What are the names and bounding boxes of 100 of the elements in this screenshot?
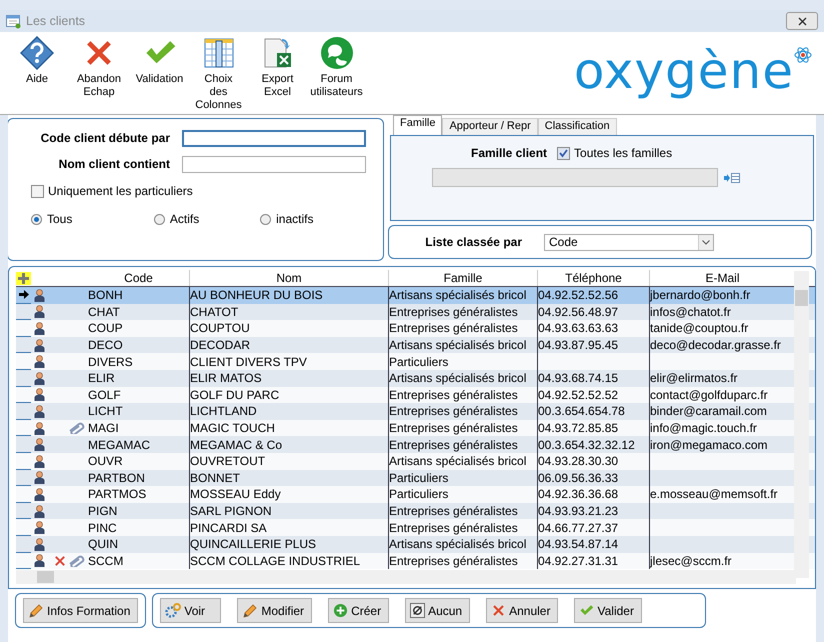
table-row[interactable]: PINC PINCARDI SA Entreprises généralistes 04.66.77.27.37 (16, 519, 815, 536)
close-icon (798, 16, 806, 26)
toolbar-button[interactable]: Aide (6, 32, 68, 86)
person-icon (34, 288, 45, 302)
table-cell-text: info@magic.touch.fr (650, 420, 758, 436)
table-cell-text: elir@elirmatos.fr (650, 370, 739, 387)
table-cell-text: BONH (87, 287, 124, 304)
person-icon (34, 404, 45, 418)
toolbar-button[interactable]: Abandon Echap (68, 32, 130, 99)
sort-dropdown[interactable]: Code (544, 234, 714, 250)
person-icon (34, 521, 45, 534)
add-column-button[interactable] (16, 272, 31, 284)
action-button[interactable]: Infos Formation (23, 598, 138, 623)
toolbar-button[interactable]: Export Excel (248, 32, 307, 99)
list-picker-icon[interactable] (724, 172, 740, 184)
action-button[interactable]: Voir (160, 598, 222, 623)
check-icon (579, 603, 594, 618)
action-button[interactable]: Valider (574, 598, 642, 623)
table-row[interactable]: LICHT LICHTLAND Entreprises généralistes 00.3.654.654.78 binder@caramail.com (16, 403, 815, 420)
table-row[interactable]: DIVERS CLIENT DIVERS TPV Particuliers (16, 353, 815, 370)
table-row[interactable]: QUIN QUINCAILLERIE PLUS Artisans spécialisés bricol 04.93.54.87.14 (16, 536, 815, 552)
radio-label: Actifs (170, 212, 200, 226)
table-cell-text: jlesec@sccm.fr (650, 552, 733, 570)
table-row[interactable]: PIGN SARL PIGNON Entreprises généralistes 04.93.93.21.23 (16, 502, 815, 520)
action-button[interactable]: Annuler (486, 598, 558, 623)
tab[interactable]: Apporteur / Repr (442, 118, 538, 135)
table-row[interactable]: PARTBON BONNET Particuliers 06.09.56.36.33 (16, 470, 815, 486)
checkbox[interactable] (557, 146, 570, 160)
field-label: Code client débute par (40, 131, 171, 145)
table-cell-text: Particuliers (389, 354, 450, 370)
column-header[interactable]: Famille (389, 270, 537, 286)
column-header[interactable]: Code (87, 270, 189, 286)
table-cell-text: Particuliers (389, 470, 450, 486)
field-label: Famille client (471, 146, 548, 160)
input-field[interactable] (182, 130, 366, 146)
field-label: Liste classée par (424, 235, 523, 249)
table-cell-text: tanide@couptou.fr (650, 320, 750, 337)
logo: oxygène (574, 46, 794, 96)
person-icon (34, 454, 45, 468)
tab[interactable]: Famille (393, 115, 442, 135)
person-icon (34, 388, 45, 402)
cancel-icon (491, 603, 506, 618)
toolbar-button[interactable]: Forum utilisateurs (307, 32, 366, 99)
action-button[interactable]: Aucun (405, 598, 470, 623)
table-cell-text: Entreprises généralistes (389, 552, 519, 570)
table-row[interactable]: COUP COUPTOU Entreprises généralistes 04.93.63.63.63 tanide@couptou.fr (16, 320, 815, 337)
table-row[interactable]: GOLF GOLF DU PARC Entreprises généralistes 04.92.52.52.52 contact@golfduparc.fr (16, 386, 815, 404)
vertical-scrollbar[interactable] (794, 271, 809, 578)
table-row[interactable]: BONH AU BONHEUR DU BOIS Artisans spécialisés bricol 04.92.52.52.56 jbernardo@bonh.fr (16, 287, 815, 304)
table-cell-text: MEGAMAC (87, 436, 152, 453)
table-cell-text: PARTMOS (87, 486, 148, 503)
tab[interactable]: Classification (538, 118, 617, 135)
checkbox-label: Toutes les familles (574, 146, 672, 160)
row-pointer-icon (18, 290, 28, 300)
action-button[interactable]: Créer (328, 598, 390, 623)
table-row[interactable]: MEGAMAC MEGAMAC & Co Entreprises généralistes 00.3.654.32.32.12 iron@megamaco.com (16, 436, 815, 453)
person-icon (34, 422, 45, 435)
excel-icon (262, 37, 294, 69)
column-header[interactable]: Téléphone (537, 270, 650, 286)
table-cell-text: DIVERS (87, 354, 134, 370)
table-row[interactable]: PARTMOS MOSSEAU Eddy Particuliers 04.92.36.36.68 e.mosseau@memsoft.fr (16, 486, 815, 503)
table-row[interactable]: OUVR OUVRETOUT Artisans spécialisés bricol 04.93.28.30.30 (16, 452, 815, 470)
checkbox[interactable] (31, 184, 44, 198)
table-row[interactable]: ELIR ELIR MATOS Artisans spécialisés bricol 04.93.68.74.15 elir@elirmatos.fr (16, 370, 815, 387)
table-cell-text: binder@caramail.com (650, 403, 768, 420)
table-cell-text: DECO (87, 337, 124, 354)
table-cell-text: PINC (87, 520, 118, 536)
person-icon (34, 305, 45, 318)
close-button[interactable] (786, 12, 818, 30)
table-row[interactable]: MAGI MAGIC TOUCH Entreprises généralistes 04.93.72.85.85 info@magic.touch.fr (16, 420, 815, 436)
table-row[interactable]: DECO DECODAR Artisans spécialisés bricol 04.93.87.95.45 deco@decodar.grasse.fr (16, 336, 815, 354)
table-row[interactable]: CHAT CHATOT Entreprises généralistes 04.92.56.48.97 infos@chatot.fr (16, 304, 815, 320)
table-cell-text: OUVR (87, 453, 124, 470)
toolbar-button[interactable]: Choix des Colonnes (189, 32, 248, 112)
radio-button[interactable] (260, 214, 272, 224)
pencil-icon (242, 602, 258, 618)
table-cell: SCCM COLLAGE INDUSTRIEL (189, 552, 389, 570)
person-icon (34, 538, 45, 551)
radio-label: inactifs (276, 212, 314, 226)
input-field[interactable] (182, 156, 366, 172)
column-header[interactable]: E-Mail (650, 270, 795, 286)
toolbar-button[interactable]: Validation (130, 32, 189, 86)
table-cell-text: Entreprises généralistes (389, 386, 519, 404)
person-icon (34, 372, 45, 385)
person-icon (34, 438, 45, 452)
radio-label: Tous (47, 212, 72, 226)
column-header[interactable]: Nom (189, 270, 389, 286)
table-cell-text: QUIN (87, 536, 119, 552)
table-row[interactable]: SCCM SCCM COLLAGE INDUSTRIEL Entreprises généralistes 04.92.27.31.31 jlesec@sccm.fr (16, 552, 815, 570)
table-cell-text: Artisans spécialisés bricol (389, 370, 528, 387)
help-icon (20, 36, 54, 70)
person-icon (34, 471, 45, 484)
person-icon (34, 504, 45, 518)
horizontal-scrollbar[interactable] (16, 570, 796, 584)
radio-button[interactable] (154, 214, 165, 224)
radio-button[interactable] (31, 214, 42, 224)
table-cell-text: Entreprises généralistes (389, 436, 519, 453)
table-cell: 04.92.27.31.31 (537, 552, 650, 570)
table-cell-text: Entreprises généralistes (389, 304, 519, 320)
action-button[interactable]: Modifier (237, 598, 312, 623)
